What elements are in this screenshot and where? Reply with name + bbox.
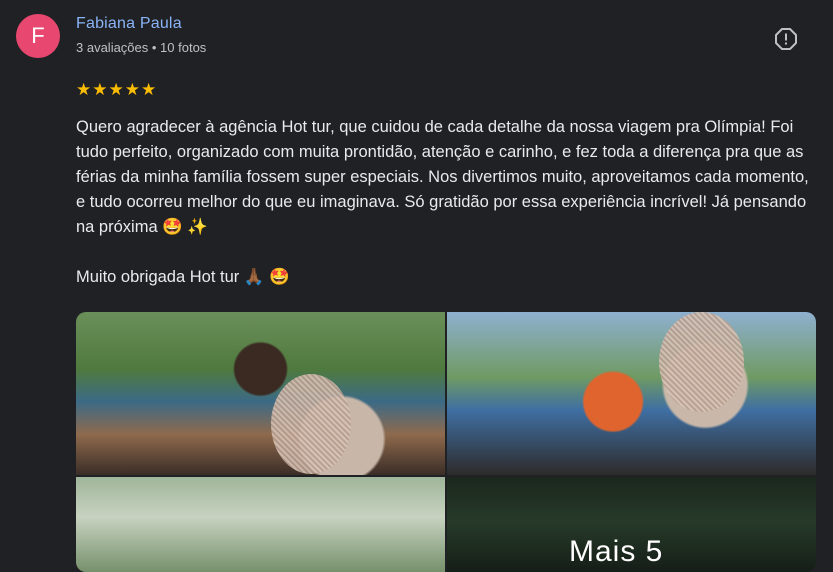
reviewer-meta: 3 avaliações • 10 fotos xyxy=(76,40,207,55)
review-body: Quero agradecer à agência Hot tur, que c… xyxy=(76,115,821,290)
more-photos-label: Mais 5 xyxy=(569,535,664,568)
review-photo[interactable] xyxy=(76,477,445,572)
report-icon xyxy=(775,28,797,50)
review-photos: Mais 5 xyxy=(76,312,816,572)
report-button[interactable] xyxy=(774,27,798,51)
review-photo[interactable] xyxy=(76,312,445,475)
review-paragraph: Quero agradecer à agência Hot tur, que c… xyxy=(76,118,809,236)
star-rating: ★★★★★ xyxy=(76,80,158,99)
reviewer-avatar[interactable]: F xyxy=(16,14,60,58)
review-paragraph: Muito obrigada Hot tur 🙏🏾 🤩 xyxy=(76,268,290,286)
reviewer-name[interactable]: Fabiana Paula xyxy=(76,15,182,33)
more-photos-tile[interactable]: Mais 5 xyxy=(447,477,816,572)
review-photo[interactable] xyxy=(447,312,816,475)
